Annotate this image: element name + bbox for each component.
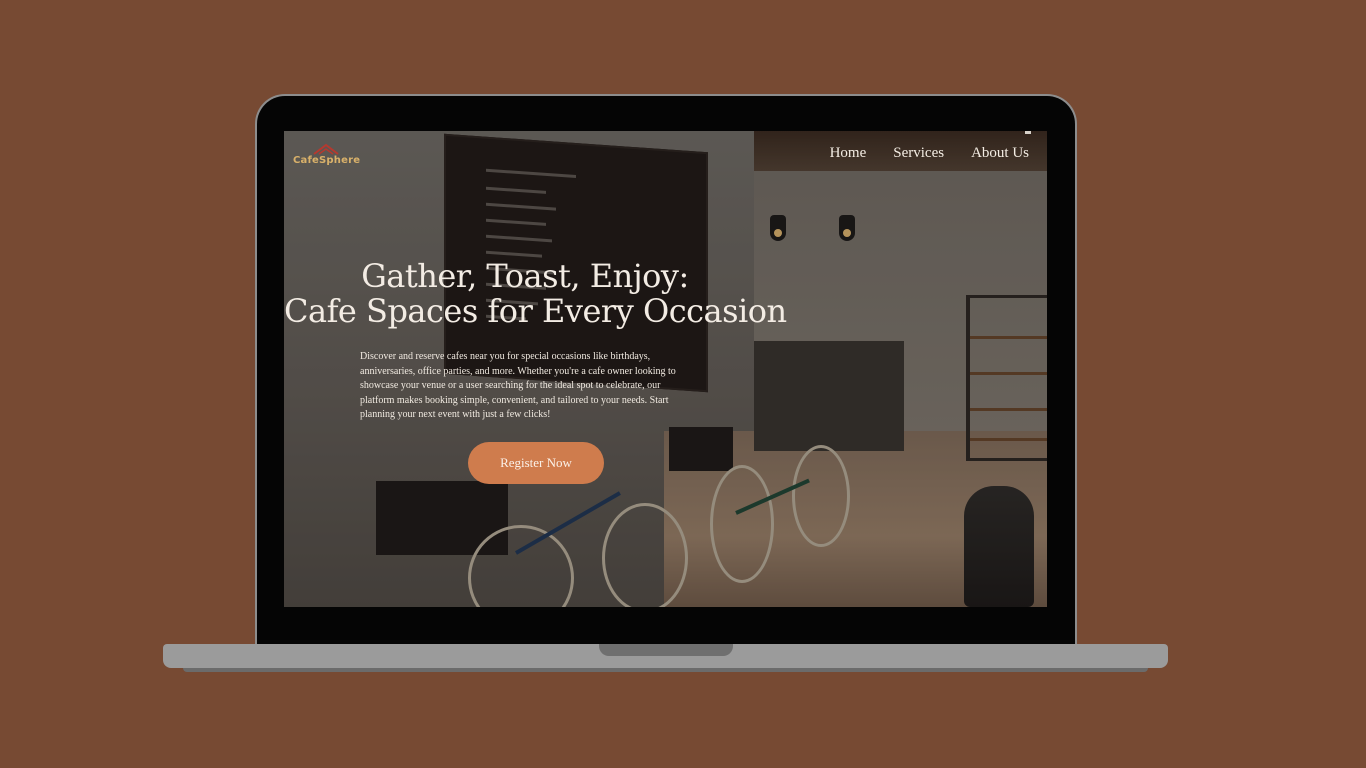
hero-title: Gather, Toast, Enjoy: Cafe Spaces for Ev… <box>284 257 787 330</box>
nav-link-home[interactable]: Home <box>830 145 867 162</box>
nav-link-services[interactable]: Services <box>893 145 944 162</box>
hero-title-line-1: Gather, Toast, Enjoy: <box>361 257 689 295</box>
house-roof-icon <box>313 143 339 155</box>
scrollbar-thumb[interactable] <box>1025 131 1031 134</box>
laptop-base-edge <box>183 668 1148 672</box>
logo-text: CafeSphere <box>293 155 361 166</box>
laptop-notch <box>599 644 733 656</box>
website-screen: CafeSphere Home Services About Us Gather… <box>284 131 1047 607</box>
hero-title-line-2: Cafe Spaces for Every Occasion <box>284 292 787 330</box>
nav-link-about-us[interactable]: About Us <box>971 145 1029 162</box>
main-navigation: Home Services About Us <box>830 145 1029 162</box>
hero-description: Discover and reserve cafes near you for … <box>360 351 676 420</box>
register-now-button[interactable]: Register Now <box>468 442 604 484</box>
site-logo[interactable]: CafeSphere <box>293 143 363 169</box>
